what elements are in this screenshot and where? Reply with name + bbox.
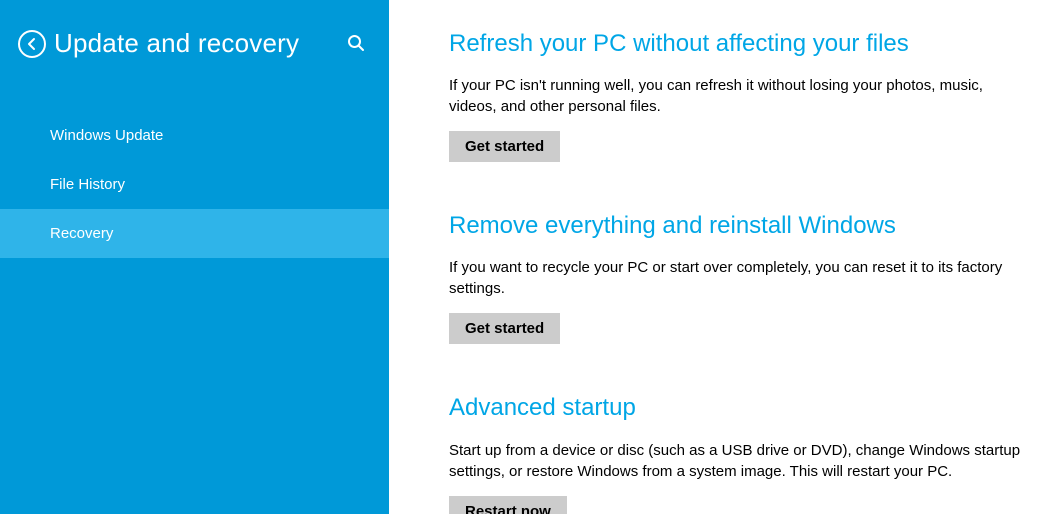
search-icon[interactable] xyxy=(347,34,365,55)
get-started-remove-button[interactable]: Get started xyxy=(449,313,560,344)
section-desc: If your PC isn't running well, you can r… xyxy=(449,75,1031,117)
sidebar-item-recovery[interactable]: Recovery xyxy=(0,209,389,258)
sidebar: Update and recovery Windows Update File … xyxy=(0,0,389,514)
sidebar-header: Update and recovery xyxy=(0,0,389,79)
sidebar-nav: Windows Update File History Recovery xyxy=(0,111,389,258)
sidebar-item-label: File History xyxy=(50,176,125,193)
section-advanced: Advanced startup Start up from a device … xyxy=(449,392,1031,514)
sidebar-item-label: Recovery xyxy=(50,225,113,242)
get-started-refresh-button[interactable]: Get started xyxy=(449,131,560,162)
section-refresh: Refresh your PC without affecting your f… xyxy=(449,28,1031,162)
sidebar-item-windows-update[interactable]: Windows Update xyxy=(0,111,389,160)
section-desc: Start up from a device or disc (such as … xyxy=(449,440,1031,482)
sidebar-item-file-history[interactable]: File History xyxy=(0,160,389,209)
section-remove: Remove everything and reinstall Windows … xyxy=(449,210,1031,344)
page-title: Update and recovery xyxy=(54,28,299,59)
section-title: Remove everything and reinstall Windows xyxy=(449,210,1031,241)
section-desc: If you want to recycle your PC or start … xyxy=(449,257,1031,299)
content-area: Refresh your PC without affecting your f… xyxy=(389,0,1061,514)
back-icon[interactable] xyxy=(18,30,46,58)
restart-now-button[interactable]: Restart now xyxy=(449,496,567,514)
section-title: Advanced startup xyxy=(449,392,1031,423)
sidebar-item-label: Windows Update xyxy=(50,127,163,144)
section-title: Refresh your PC without affecting your f… xyxy=(449,28,1031,59)
